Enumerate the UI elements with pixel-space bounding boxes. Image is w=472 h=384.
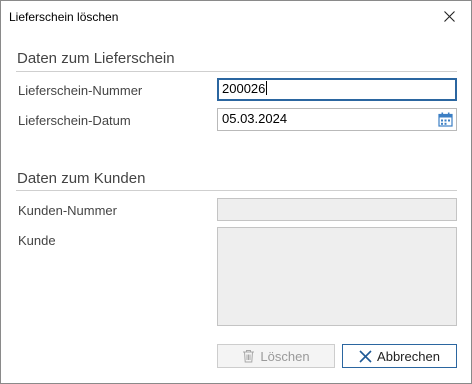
text-caret xyxy=(266,81,268,95)
calendar-button[interactable] xyxy=(438,112,453,133)
customer-number-input xyxy=(217,198,457,221)
close-button[interactable] xyxy=(427,1,471,31)
cancel-button[interactable]: Abbrechen xyxy=(342,344,457,368)
calendar-icon xyxy=(438,112,453,127)
delivery-number-value: 200026 xyxy=(222,81,266,96)
close-icon xyxy=(443,10,455,22)
delivery-number-label: Lieferschein-Nummer xyxy=(18,83,143,98)
delivery-number-input[interactable]: 200026 xyxy=(217,78,457,101)
section-title-delivery: Daten zum Lieferschein xyxy=(17,50,175,67)
delete-button-label: Löschen xyxy=(260,348,310,364)
section-divider xyxy=(16,71,457,72)
delivery-date-value: 05.03.2024 xyxy=(222,111,288,126)
section-title-customer: Daten zum Kunden xyxy=(17,170,146,187)
delivery-date-label: Lieferschein-Datum xyxy=(18,113,131,128)
trash-icon xyxy=(242,349,255,363)
delete-button[interactable]: Löschen xyxy=(217,344,335,368)
window-title: Lieferschein löschen xyxy=(9,10,119,24)
cancel-button-label: Abbrechen xyxy=(377,348,440,364)
customer-label: Kunde xyxy=(18,233,56,248)
dialog-window: Lieferschein löschen Daten zum Liefersch… xyxy=(0,0,472,384)
title-bar: Lieferschein löschen xyxy=(1,1,471,32)
customer-number-label: Kunden-Nummer xyxy=(18,203,117,218)
section-divider xyxy=(16,190,457,191)
delivery-date-input[interactable]: 05.03.2024 xyxy=(217,108,457,131)
x-icon xyxy=(359,349,372,363)
customer-textarea xyxy=(217,227,457,326)
